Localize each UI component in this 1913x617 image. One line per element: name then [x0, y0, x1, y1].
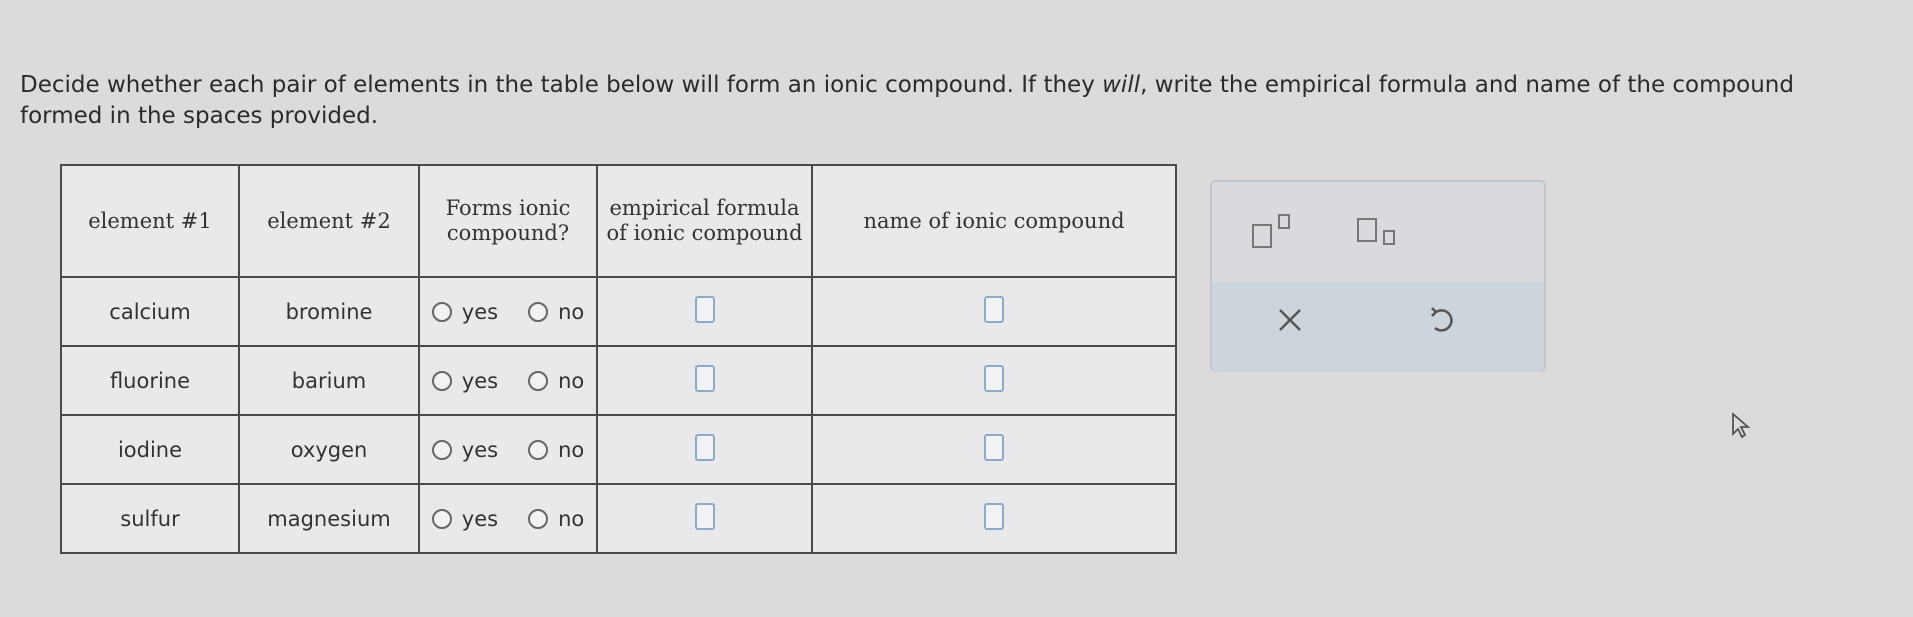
no-radio[interactable]: no — [528, 369, 584, 393]
forms-ionic-cell: yes no — [418, 483, 598, 554]
forms-ionic-cell: yes no — [418, 345, 598, 416]
formula-input[interactable] — [694, 433, 715, 461]
radio-circle-icon — [528, 370, 549, 391]
name-cell — [811, 414, 1177, 485]
clear-button[interactable] — [1270, 300, 1310, 340]
name-cell — [811, 345, 1177, 416]
header-element-2: element #2 — [238, 164, 420, 278]
formula-cell — [596, 345, 813, 416]
name-input[interactable] — [984, 433, 1004, 461]
element-1-cell: iodine — [60, 414, 240, 485]
radio-circle-icon — [431, 370, 452, 391]
yes-radio[interactable]: yes — [431, 369, 498, 393]
formula-cell — [596, 414, 813, 485]
radio-circle-icon — [431, 301, 452, 322]
undo-button[interactable] — [1422, 300, 1462, 340]
name-input[interactable] — [984, 502, 1004, 530]
subscript-button[interactable] — [1357, 212, 1407, 252]
formula-cell — [596, 276, 813, 347]
ionic-compound-table: element #1 element #2 Forms ionic compou… — [60, 164, 1177, 554]
element-1-cell: sulfur — [60, 483, 240, 554]
formula-input[interactable] — [694, 364, 715, 392]
formula-tool-panel — [1210, 180, 1546, 372]
no-radio[interactable]: no — [528, 300, 584, 324]
table-row: iodine oxygen yes no — [60, 414, 1177, 485]
yes-radio[interactable]: yes — [431, 438, 498, 462]
tool-panel-bottom — [1212, 282, 1544, 372]
tool-panel-top — [1212, 182, 1544, 282]
undo-icon — [1431, 307, 1453, 332]
radio-circle-icon — [528, 301, 549, 322]
header-row: element #1 element #2 Forms ionic compou… — [60, 164, 1177, 278]
element-2-cell: barium — [238, 345, 420, 416]
cursor-arrow-icon — [1732, 412, 1751, 438]
table-row: sulfur magnesium yes no — [60, 483, 1177, 554]
yes-radio[interactable]: yes — [431, 507, 498, 531]
superscript-button[interactable] — [1252, 212, 1302, 252]
name-input[interactable] — [984, 364, 1004, 392]
element-1-cell: calcium — [60, 276, 240, 347]
radio-circle-icon — [431, 439, 452, 460]
table-row: calcium bromine yes no — [60, 276, 1177, 347]
element-2-cell: oxygen — [238, 414, 420, 485]
name-input[interactable] — [984, 295, 1004, 323]
header-forms-ionic: Forms ionic compound? — [418, 164, 598, 278]
formula-cell — [596, 483, 813, 554]
table-row: fluorine barium yes no — [60, 345, 1177, 416]
radio-circle-icon — [528, 508, 549, 529]
x-icon — [1279, 309, 1301, 331]
formula-input[interactable] — [694, 502, 715, 530]
no-radio[interactable]: no — [528, 438, 584, 462]
radio-circle-icon — [528, 439, 549, 460]
header-empirical-formula: empirical formula of ionic compound — [596, 164, 813, 278]
radio-circle-icon — [431, 508, 452, 529]
element-2-cell: bromine — [238, 276, 420, 347]
instructions: Decide whether each pair of elements in … — [20, 72, 1794, 129]
name-cell — [811, 276, 1177, 347]
forms-ionic-cell: yes no — [418, 414, 598, 485]
header-element-1: element #1 — [60, 164, 240, 278]
element-2-cell: magnesium — [238, 483, 420, 554]
header-compound-name: name of ionic compound — [811, 164, 1177, 278]
forms-ionic-cell: yes no — [418, 276, 598, 347]
yes-radio[interactable]: yes — [431, 300, 498, 324]
element-1-cell: fluorine — [60, 345, 240, 416]
name-cell — [811, 483, 1177, 554]
no-radio[interactable]: no — [528, 507, 584, 531]
formula-input[interactable] — [694, 295, 715, 323]
